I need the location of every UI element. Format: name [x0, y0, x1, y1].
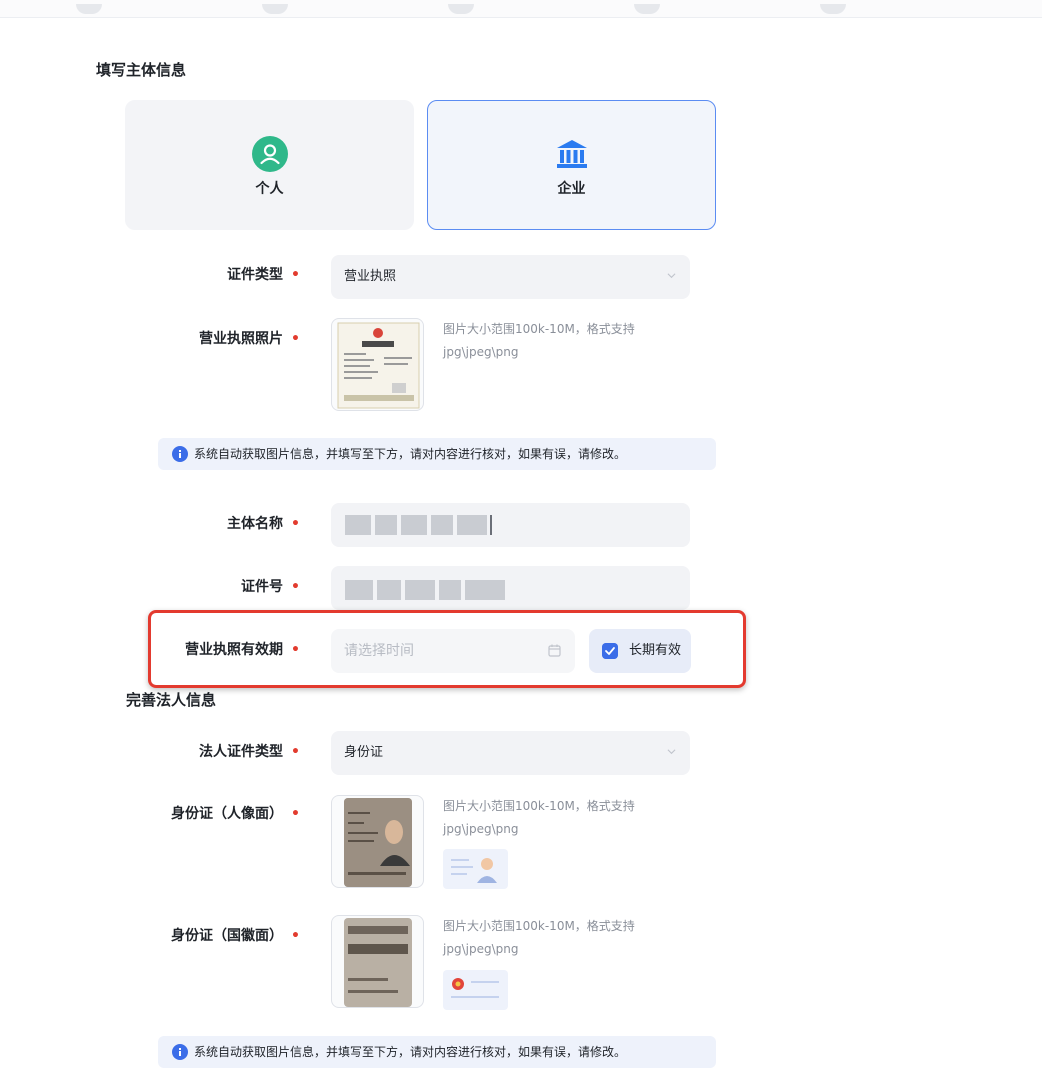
step-dot: [820, 4, 846, 14]
required-mark: •: [291, 331, 300, 347]
id-front-thumbnail-image: [344, 798, 412, 887]
cert-type-label: 证件类型 •: [0, 265, 300, 285]
cert-type-value: 营业执照: [344, 269, 397, 284]
step-dot: [76, 4, 102, 14]
required-mark: •: [291, 806, 300, 822]
bank-building-icon: [556, 140, 587, 168]
redacted-value: [345, 515, 495, 535]
required-mark: •: [291, 928, 300, 944]
legal-cert-type-select[interactable]: 身份证: [331, 731, 690, 775]
entity-name-label: 主体名称 •: [0, 514, 300, 534]
redacted-value: [345, 580, 510, 600]
entity-type-card-enterprise[interactable]: 企业: [427, 100, 716, 230]
section-title-entity-info: 填写主体信息: [96, 61, 187, 79]
section-title-legal-person: 完善法人信息: [126, 691, 217, 709]
id-front-label: 身份证（人像面） •: [0, 804, 300, 824]
id-back-sample: [443, 970, 508, 1010]
entity-type-label-enterprise: 企业: [557, 181, 586, 197]
entity-name-input[interactable]: [331, 503, 690, 547]
person-icon: [251, 136, 288, 172]
step-dot: [262, 4, 288, 14]
info-icon: [172, 1044, 188, 1060]
entity-type-card-personal[interactable]: 个人: [125, 100, 414, 230]
entity-type-label-personal: 个人: [255, 181, 284, 197]
auto-fill-notice-2: 系统自动获取图片信息，并填写至下方，请对内容进行核对，如果有误，请修改。: [158, 1036, 716, 1068]
cert-number-label-text: 证件号: [241, 579, 284, 595]
auto-fill-notice-text: 系统自动获取图片信息，并填写至下方，请对内容进行核对，如果有误，请修改。: [194, 447, 627, 461]
id-front-hint-line1: 图片大小范围100k-10M，格式支持: [443, 799, 635, 813]
license-photo-label: 营业执照照片 •: [0, 329, 300, 349]
step-dot: [448, 4, 474, 14]
legal-cert-type-label: 法人证件类型 •: [0, 742, 300, 762]
license-photo-label-text: 营业执照照片: [199, 331, 284, 347]
id-back-hint-line1: 图片大小范围100k-10M，格式支持: [443, 919, 635, 933]
chevron-down-icon: [667, 273, 676, 279]
id-front-sample: [443, 849, 508, 889]
legal-cert-type-value: 身份证: [344, 745, 384, 760]
info-icon: [172, 446, 188, 462]
id-back-label-text: 身份证（国徽面）: [171, 928, 284, 944]
legal-cert-type-label-text: 法人证件类型: [199, 744, 284, 760]
required-mark: •: [291, 579, 300, 595]
license-photo-hint-line1: 图片大小范围100k-10M，格式支持: [443, 322, 635, 336]
step-dot: [634, 4, 660, 14]
step-indicator-strip: [0, 0, 1042, 18]
chevron-down-icon: [667, 749, 676, 755]
auto-fill-notice: 系统自动获取图片信息，并填写至下方，请对内容进行核对，如果有误，请修改。: [158, 438, 716, 470]
cert-type-label-text: 证件类型: [227, 267, 284, 283]
cert-number-input[interactable]: [331, 566, 690, 610]
id-back-thumbnail-image: [344, 918, 412, 1007]
id-front-label-text: 身份证（人像面）: [171, 806, 284, 822]
cert-number-label: 证件号 •: [0, 577, 300, 597]
entity-name-label-text: 主体名称: [227, 516, 284, 532]
license-thumbnail-image: [337, 322, 420, 409]
required-mark: •: [291, 744, 300, 760]
id-back-hint-line2: jpg\jpeg\png: [443, 942, 519, 956]
id-back-label: 身份证（国徽面） •: [0, 926, 300, 946]
cert-type-select[interactable]: 营业执照: [331, 255, 690, 299]
required-mark: •: [291, 516, 300, 532]
national-emblem-sample-icon: [451, 978, 499, 998]
annotation-highlight-box: [148, 610, 746, 688]
license-photo-hint-line2: jpg\jpeg\png: [443, 345, 519, 359]
id-portrait-sample-icon: [451, 858, 497, 883]
auto-fill-notice-text-2: 系统自动获取图片信息，并填写至下方，请对内容进行核对，如果有误，请修改。: [194, 1045, 627, 1059]
id-back-upload[interactable]: [331, 915, 424, 1008]
id-front-hint-line2: jpg\jpeg\png: [443, 822, 519, 836]
id-front-upload[interactable]: [331, 795, 424, 888]
license-photo-upload[interactable]: [331, 318, 424, 411]
required-mark: •: [291, 267, 300, 283]
